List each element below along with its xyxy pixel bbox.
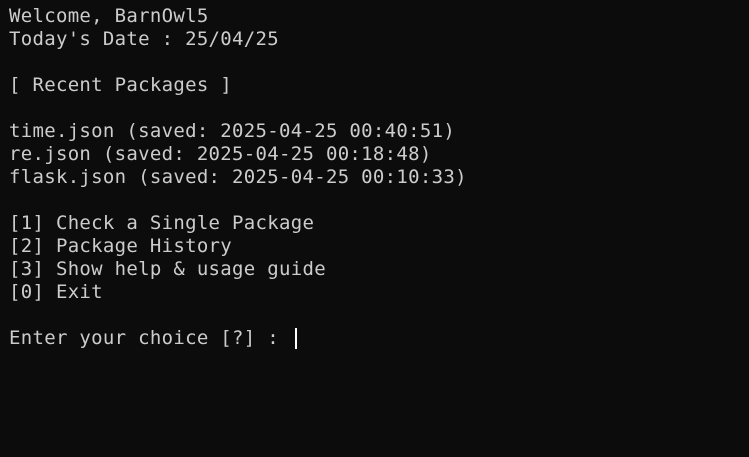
date-text: Today's Date : 25/04/25 (9, 28, 279, 50)
terminal-window[interactable]: Welcome, BarnOwl5 Today's Date : 25/04/2… (0, 0, 749, 457)
prompt-text: Enter your choice [?] : (9, 327, 291, 349)
menu-option-help: [3] Show help & usage guide (9, 258, 326, 280)
recent-package-item: re.json (saved: 2025-04-25 00:18:48) (9, 143, 432, 165)
choice-prompt[interactable]: Enter your choice [?] : (9, 327, 749, 350)
menu-option-exit: [0] Exit (9, 281, 103, 303)
recent-package-item: flask.json (saved: 2025-04-25 00:10:33) (9, 166, 467, 188)
text-cursor[interactable] (294, 328, 297, 349)
menu-option-check-package: [1] Check a Single Package (9, 212, 315, 234)
recent-package-item: time.json (saved: 2025-04-25 00:40:51) (9, 120, 456, 142)
welcome-text: Welcome, BarnOwl5 (9, 5, 209, 27)
menu-option-package-history: [2] Package History (9, 235, 233, 257)
recent-packages-heading: [ Recent Packages ] (9, 74, 233, 96)
